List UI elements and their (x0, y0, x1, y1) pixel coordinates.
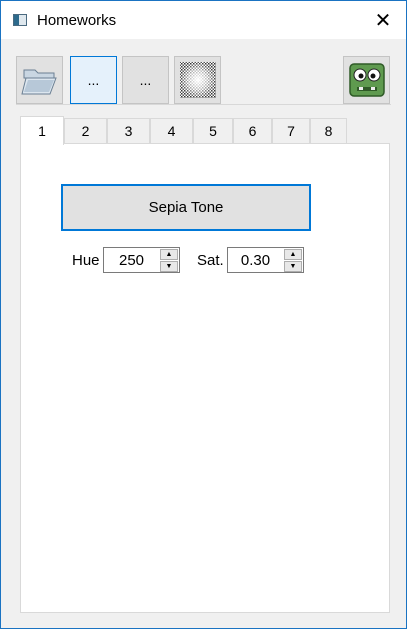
saturation-increment-button[interactable]: ▲ (284, 249, 302, 260)
tab-bar: 1 2 3 4 5 6 7 8 (20, 116, 350, 145)
hue-value[interactable]: 250 (104, 248, 159, 272)
app-window-icon (13, 14, 27, 26)
tab-1[interactable]: 1 (20, 116, 64, 145)
tab-2[interactable]: 2 (64, 118, 107, 143)
window-title: Homeworks (37, 12, 117, 29)
tab-7[interactable]: 7 (272, 118, 310, 143)
tool-button-2[interactable]: ... (122, 56, 169, 104)
zombie-face-icon (348, 63, 385, 97)
toolbar-separator (16, 104, 391, 105)
tab-panel: Sepia Tone Hue 250 ▲ ▼ Sat. 0.30 ▲ ▼ (20, 143, 390, 613)
hue-label: Hue (72, 252, 100, 269)
hue-stepper: ▲ ▼ (160, 249, 178, 272)
hue-spinbox[interactable]: 250 ▲ ▼ (103, 247, 180, 273)
saturation-value[interactable]: 0.30 (228, 248, 283, 272)
tool-button-1[interactable]: ... (70, 56, 117, 104)
tab-8[interactable]: 8 (310, 118, 347, 143)
saturation-spinbox[interactable]: 0.30 ▲ ▼ (227, 247, 304, 273)
tab-6[interactable]: 6 (233, 118, 272, 143)
hue-increment-button[interactable]: ▲ (160, 249, 178, 260)
tab-5[interactable]: 5 (193, 118, 233, 143)
app-window: Homeworks ✕ ... ... 1 2 3 4 5 6 7 8 Sepi… (0, 0, 407, 629)
sepia-tone-button[interactable]: Sepia Tone (61, 184, 311, 231)
tab-3[interactable]: 3 (107, 118, 150, 143)
saturation-label: Sat. (197, 252, 224, 269)
tab-4[interactable]: 4 (150, 118, 193, 143)
open-folder-button[interactable] (16, 56, 63, 104)
toolbar: ... ... (16, 55, 391, 107)
title-bar: Homeworks ✕ (1, 1, 406, 39)
hue-decrement-button[interactable]: ▼ (160, 261, 178, 272)
noise-pattern-icon (179, 62, 216, 98)
folder-open-icon (20, 69, 57, 95)
zombie-button[interactable] (343, 56, 390, 104)
saturation-decrement-button[interactable]: ▼ (284, 261, 302, 272)
saturation-stepper: ▲ ▼ (284, 249, 302, 272)
close-button[interactable]: ✕ (360, 1, 406, 39)
noise-texture-button[interactable] (174, 56, 221, 104)
